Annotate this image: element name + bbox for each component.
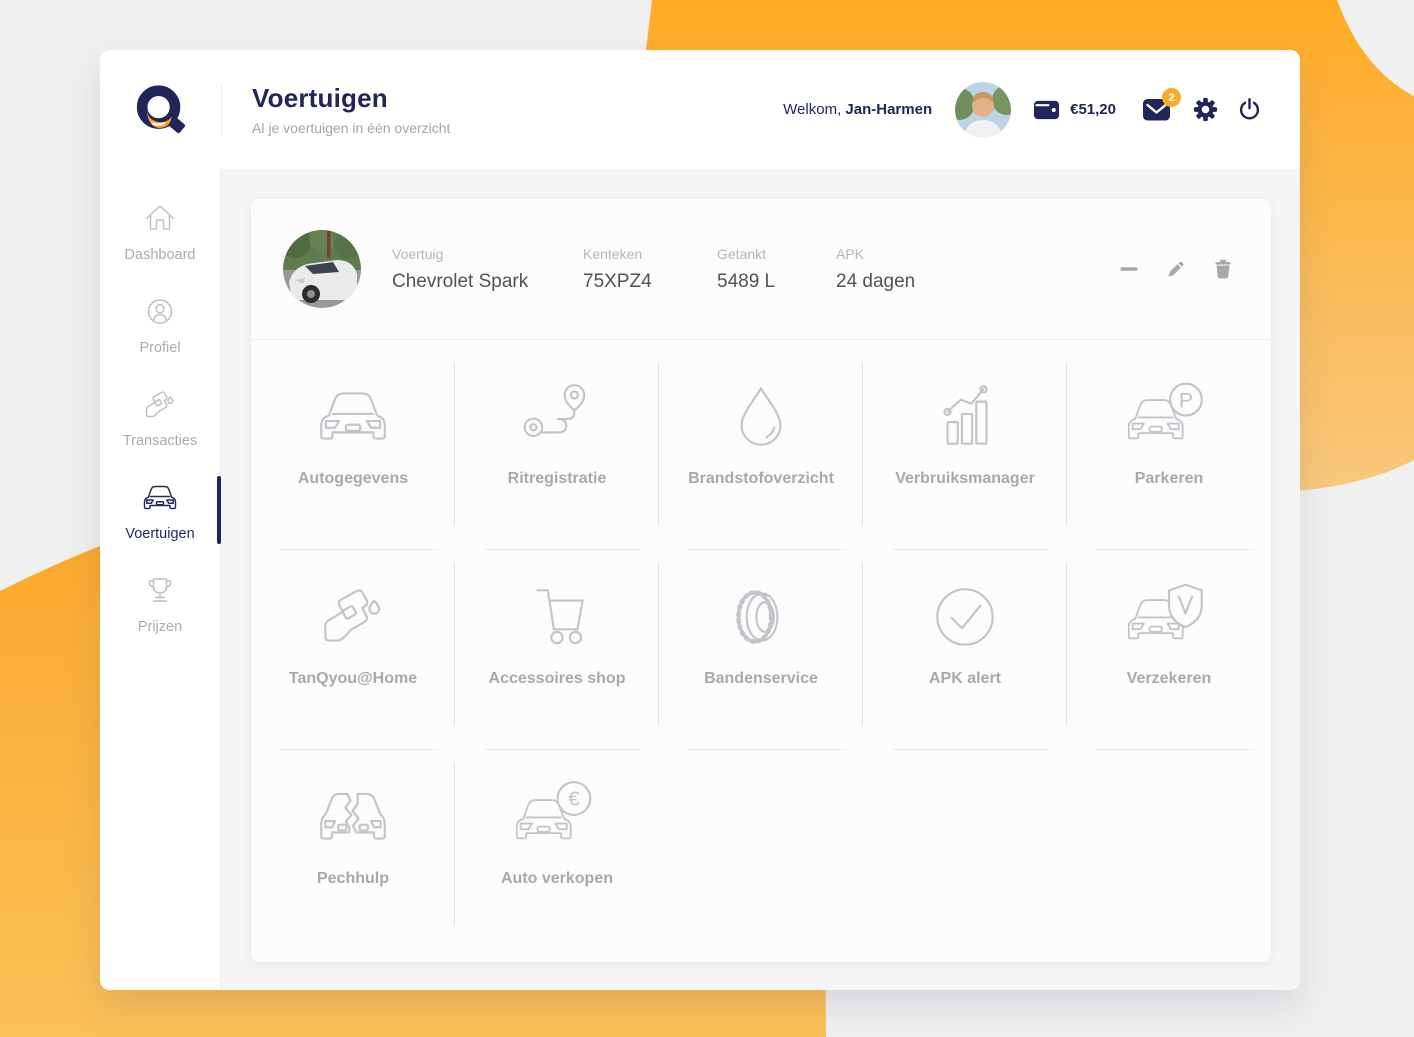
field-label: Voertuig (392, 246, 583, 262)
tile-accessoires-shop[interactable]: Accessoires shop (455, 550, 659, 750)
tile-apk-alert[interactable]: APK alert (863, 550, 1067, 750)
sidebar-item-transacties[interactable]: Transacties (100, 385, 220, 449)
vehicle-field: Getankt 5489 L (717, 246, 836, 293)
edit-icon (1166, 259, 1186, 279)
check-circle-icon (924, 576, 1006, 658)
tile-label: Ritregistratie (508, 470, 607, 488)
tile-label: Accessoires shop (489, 670, 626, 688)
tile-auto-verkopen[interactable]: Auto verkopen (455, 750, 659, 950)
car-crash-icon (312, 776, 394, 858)
car-icon (140, 478, 180, 518)
tile-verbruiksmanager[interactable]: Verbruiksmanager (863, 350, 1067, 550)
vehicle-card: Voertuig Chevrolet Spark Kenteken 75XPZ4… (251, 199, 1271, 962)
app-window: Voertuigen Al je voertuigen in één overz… (100, 50, 1300, 990)
tile-label: Autogegevens (298, 470, 408, 488)
page-title: Voertuigen (252, 83, 450, 114)
route-icon (516, 376, 598, 458)
tile-autogegevens[interactable]: Autogegevens (251, 350, 455, 550)
trash-icon (1213, 259, 1233, 279)
sidebar-item-dashboard[interactable]: Dashboard (100, 199, 220, 263)
field-label: Getankt (717, 246, 836, 262)
vehicle-fields: Voertuig Chevrolet Spark Kenteken 75XPZ4… (392, 246, 915, 293)
tile-verzekeren[interactable]: Verzekeren (1067, 550, 1271, 750)
balance-amount: €51,20 (1070, 101, 1116, 118)
tile-label: Verbruiksmanager (895, 470, 1035, 488)
sidebar-item-voertuigen[interactable]: Voertuigen (100, 478, 220, 542)
field-label: Kenteken (583, 246, 717, 262)
parking-icon (1128, 376, 1210, 458)
tile-ritregistratie[interactable]: Ritregistratie (455, 350, 659, 550)
vehicle-field: Voertuig Chevrolet Spark (392, 246, 583, 293)
app-header: Voertuigen Al je voertuigen in één overz… (100, 50, 1300, 169)
vehicle-summary-row: Voertuig Chevrolet Spark Kenteken 75XPZ4… (251, 199, 1271, 340)
tile-label: Auto verkopen (501, 870, 613, 888)
mail-button[interactable]: 2 (1142, 97, 1171, 122)
app-logo[interactable] (100, 81, 221, 139)
field-value: Chevrolet Spark (392, 271, 583, 293)
minus-icon (1119, 259, 1139, 279)
vehicle-field: Kenteken 75XPZ4 (583, 246, 717, 293)
car-shield-icon (1128, 576, 1210, 658)
field-value: 75XPZ4 (583, 271, 717, 293)
field-value: 5489 L (717, 271, 836, 293)
active-indicator (217, 476, 221, 544)
wallet-balance[interactable]: €51,20 (1033, 96, 1116, 123)
sidebar: Dashboard Profiel Transacties (100, 169, 221, 990)
wallet-icon (1033, 96, 1060, 123)
welcome-text: Welkom, Jan-Harmen (783, 101, 932, 118)
power-icon (1237, 97, 1262, 122)
action-button-edit[interactable] (1166, 259, 1186, 279)
chart-icon (924, 376, 1006, 458)
tile-label: TanQyou@Home (289, 670, 417, 688)
home-icon (140, 199, 180, 239)
page-subtitle: Al je voertuigen in één overzicht (252, 120, 450, 136)
nozzle-icon (140, 385, 180, 425)
trophy-icon (140, 571, 180, 611)
car-euro-icon (516, 776, 598, 858)
settings-button[interactable] (1193, 97, 1218, 122)
tile-label: Bandenservice (704, 670, 818, 688)
field-value: 24 dagen (836, 271, 915, 293)
tile-tanqyou-home[interactable]: TanQyou@Home (251, 550, 455, 750)
tile-pechhulp[interactable]: Pechhulp (251, 750, 455, 950)
field-label: APK (836, 246, 915, 262)
user-avatar[interactable] (955, 82, 1011, 138)
cart-icon (516, 576, 598, 658)
mail-badge: 2 (1162, 88, 1181, 107)
tanqyou-logo-icon (132, 81, 190, 139)
sidebar-item-prijzen[interactable]: Prijzen (100, 571, 220, 635)
tile-parkeren[interactable]: Parkeren (1067, 350, 1271, 550)
tile-label: Pechhulp (317, 870, 389, 888)
person-icon (140, 292, 180, 332)
drop-icon (720, 376, 802, 458)
vehicle-actions (1119, 259, 1233, 279)
title-block: Voertuigen Al je voertuigen in één overz… (222, 83, 450, 136)
tile-label: Brandstofoverzicht (688, 470, 834, 488)
tile-label: APK alert (929, 670, 1001, 688)
sidebar-item-profiel[interactable]: Profiel (100, 292, 220, 356)
vehicle-photo (283, 230, 361, 308)
logout-button[interactable] (1237, 97, 1262, 122)
avatar-photo (955, 82, 1011, 138)
user-name: Jan-Harmen (845, 101, 932, 118)
header-actions: Welkom, Jan-Harmen €51,20 (783, 82, 1300, 138)
service-tiles: Autogegevens Ritregistratie Brandstofove… (251, 340, 1271, 962)
tile-bandenservice[interactable]: Bandenservice (659, 550, 863, 750)
nozzle-icon (312, 576, 394, 658)
tile-label: Parkeren (1135, 470, 1204, 488)
tile-brandstofoverzicht[interactable]: Brandstofoverzicht (659, 350, 863, 550)
vehicle-field: APK 24 dagen (836, 246, 915, 293)
gear-icon (1193, 97, 1218, 122)
action-button-delete[interactable] (1213, 259, 1233, 279)
content-area: Voertuig Chevrolet Spark Kenteken 75XPZ4… (221, 169, 1300, 990)
tire-icon (720, 576, 802, 658)
car-icon (312, 376, 394, 458)
tile-label: Verzekeren (1127, 670, 1212, 688)
action-button-remove[interactable] (1119, 259, 1139, 279)
